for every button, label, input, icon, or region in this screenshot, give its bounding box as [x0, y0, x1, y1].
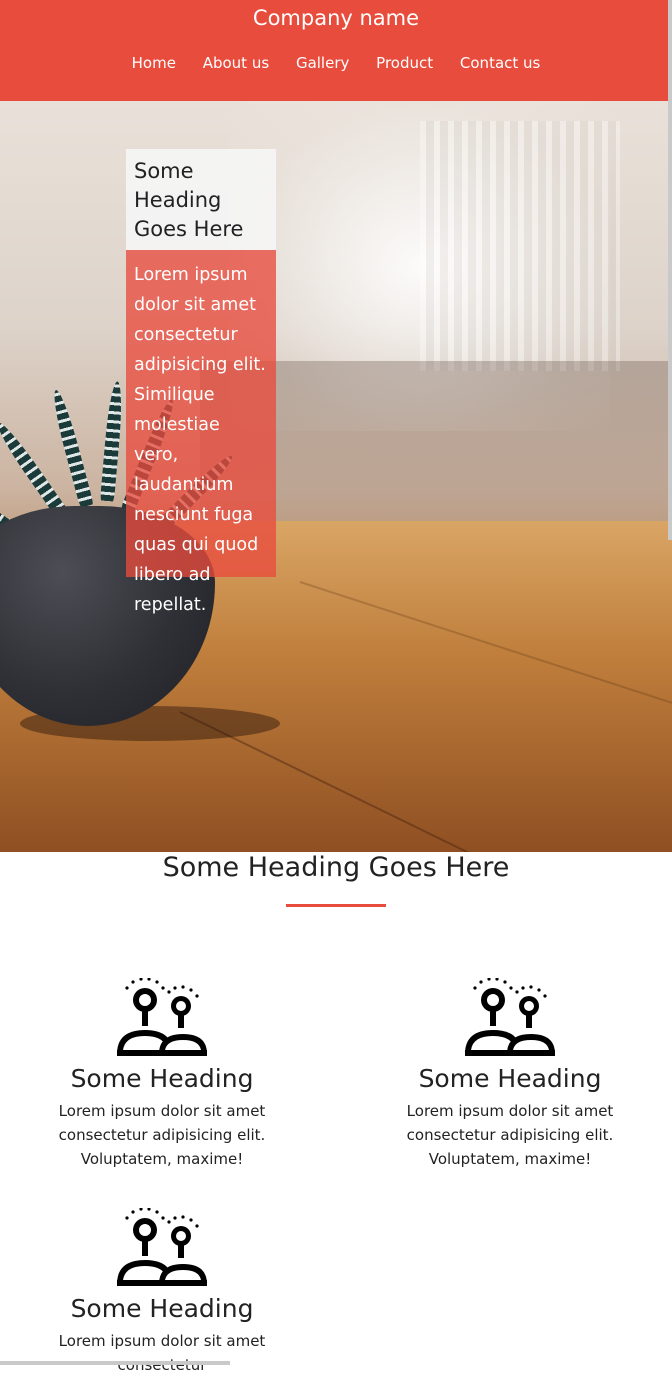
people-ideas-icon	[117, 978, 207, 1056]
hero-banner: Some Heading Goes Here Lorem ipsum dolor…	[0, 101, 672, 852]
hero-window-blinds	[420, 121, 620, 371]
feature-heading: Some Heading	[418, 1064, 602, 1093]
brand-name[interactable]: Company name	[0, 6, 672, 30]
feature-text: Lorem ipsum dolor sit amet consectetur	[58, 1332, 266, 1374]
plant-leaf	[49, 388, 94, 508]
feature-card: Some Heading Lorem ipsum dolor sit amet …	[12, 1208, 312, 1377]
section-title: Some Heading Goes Here	[162, 852, 510, 883]
nav-product[interactable]: Product	[376, 54, 433, 72]
feature-text: Lorem ipsum dolor sit amet consectetur a…	[58, 1102, 266, 1168]
feature-heading: Some Heading	[70, 1064, 254, 1093]
nav-home[interactable]: Home	[132, 54, 176, 72]
hero-card: Some Heading Goes Here Lorem ipsum dolor…	[126, 149, 276, 615]
nav-contact[interactable]: Contact us	[460, 54, 540, 72]
plant-leaf	[100, 380, 125, 502]
hero-card-heading: Some Heading Goes Here	[126, 149, 276, 250]
feature-text: Lorem ipsum dolor sit amet consectetur a…	[406, 1102, 614, 1168]
section-title-underline	[286, 904, 386, 907]
horizontal-scrollbar[interactable]	[0, 1361, 230, 1365]
nav-gallery[interactable]: Gallery	[296, 54, 349, 72]
feature-card: Some Heading Lorem ipsum dolor sit amet …	[12, 978, 312, 1171]
feature-card: Some Heading Lorem ipsum dolor sit amet …	[360, 978, 660, 1171]
vertical-scrollbar[interactable]	[668, 0, 672, 540]
feature-heading: Some Heading	[70, 1294, 254, 1323]
nav-about[interactable]: About us	[203, 54, 269, 72]
main-nav: Home About us Gallery Product Contact us	[0, 54, 672, 72]
site-header: Company name Home About us Gallery Produ…	[0, 0, 672, 101]
hero-card-text: Lorem ipsum dolor sit amet consectetur a…	[126, 250, 276, 615]
people-ideas-icon	[465, 978, 555, 1056]
people-ideas-icon	[117, 1208, 207, 1286]
